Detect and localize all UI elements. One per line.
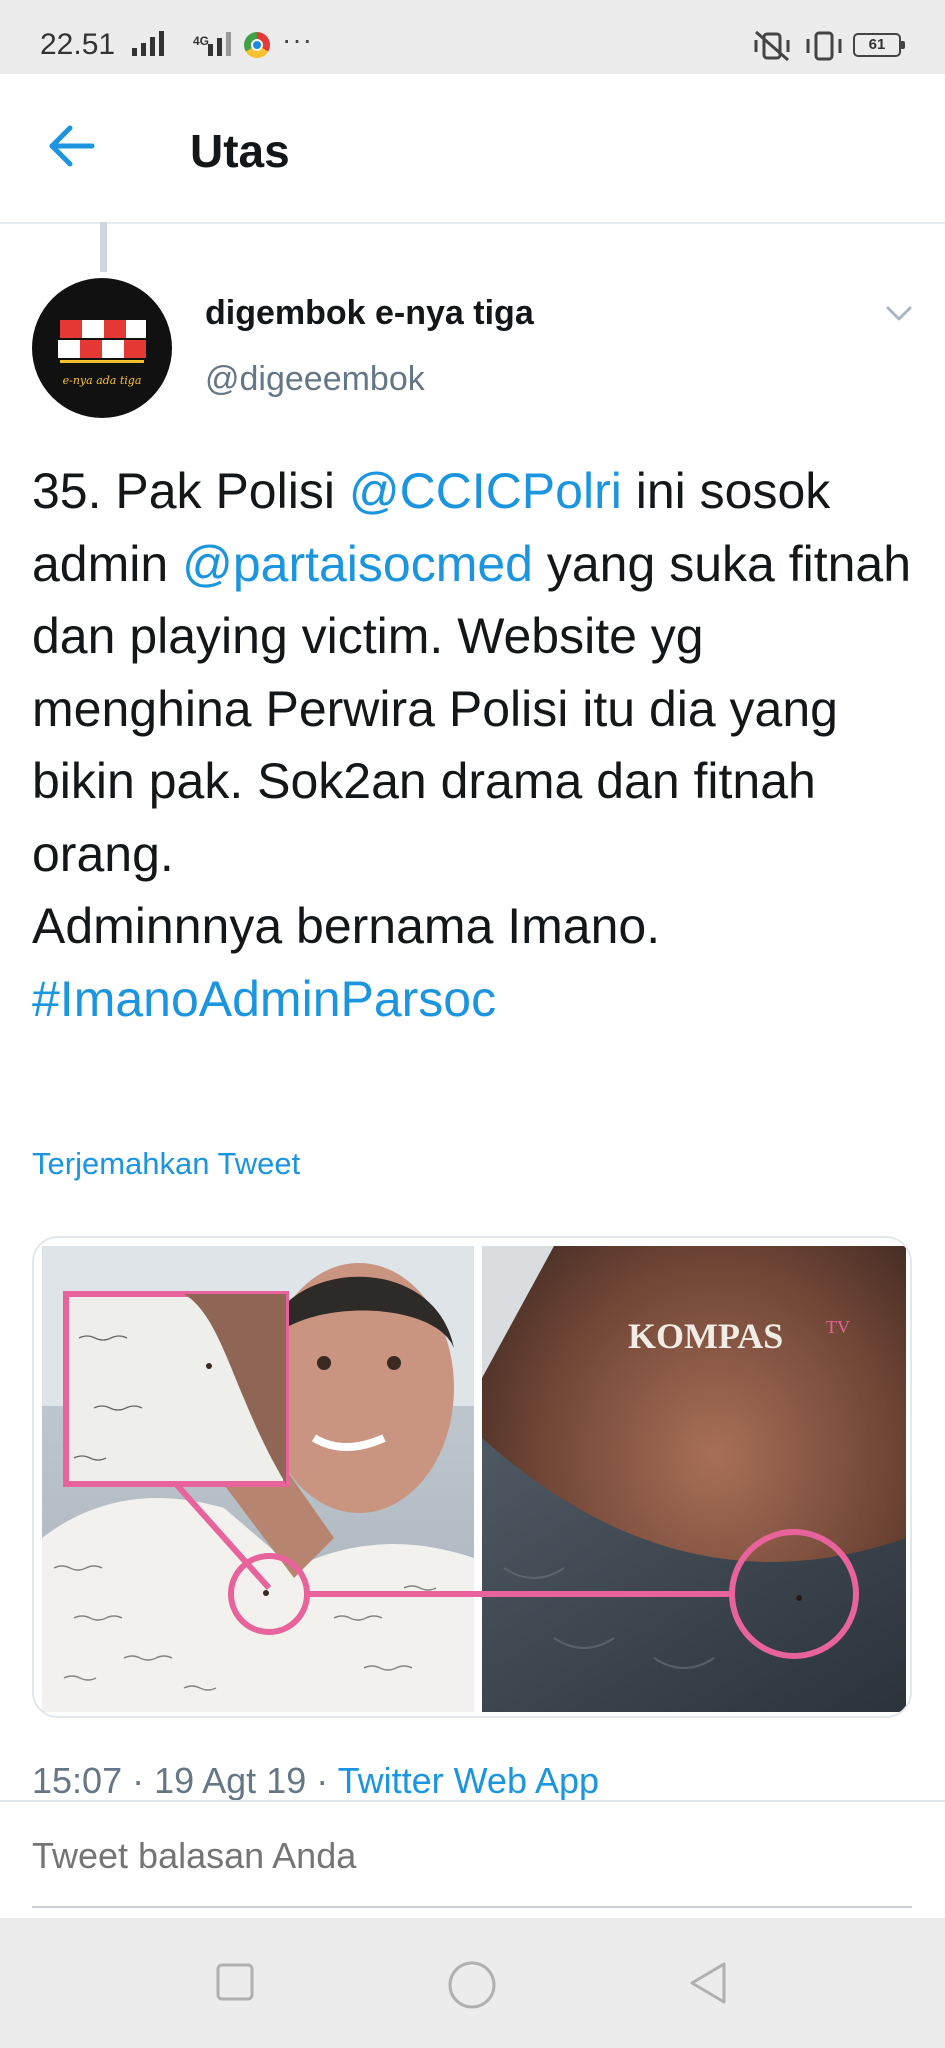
thread-connector-line xyxy=(100,222,107,272)
translate-tweet-link[interactable]: Terjemahkan Tweet xyxy=(32,1146,300,1182)
tweet-date: 19 Agt 19 xyxy=(154,1760,307,1801)
reply-underline xyxy=(32,1906,912,1908)
vibrate-icon xyxy=(806,31,842,61)
page-title: Utas xyxy=(190,125,290,177)
kompas-watermark: KOMPAS xyxy=(628,1316,783,1356)
square-icon[interactable] xyxy=(215,1962,255,2002)
mention-link[interactable]: @partaisocmed xyxy=(182,536,533,592)
tweet-meta: 15:07 · 19 Agt 19 · Twitter Web App xyxy=(32,1760,599,1802)
tweet-media[interactable]: KOMPAS TV xyxy=(32,1236,912,1718)
chrome-icon xyxy=(244,32,270,58)
author-name[interactable]: digembok e-nya tiga xyxy=(205,294,534,333)
avatar-caption: e-nya ada tiga xyxy=(62,374,142,387)
tweet-source-link[interactable]: Twitter Web App xyxy=(338,1760,599,1801)
author-handle[interactable]: @digeeembok xyxy=(205,360,425,399)
tweet-time: 15:07 xyxy=(32,1760,123,1801)
avatar-logo xyxy=(58,320,146,363)
arrow-left-icon[interactable] xyxy=(44,119,98,173)
status-time: 22.51 xyxy=(40,28,116,61)
avatar[interactable]: e-nya ada tiga xyxy=(32,278,172,418)
reply-input[interactable] xyxy=(32,1826,912,1886)
hashtag-link[interactable]: #ImanoAdminParsoc xyxy=(32,971,496,1027)
kompas-watermark-tv: TV xyxy=(826,1317,850,1337)
reply-bar xyxy=(0,1800,945,1920)
chevron-down-icon[interactable] xyxy=(885,304,913,324)
media-image: KOMPAS TV xyxy=(42,1246,906,1712)
separator: · xyxy=(122,1760,155,1801)
battery-icon: 61 xyxy=(853,33,905,57)
signal-icon-2 xyxy=(208,32,231,56)
signal-icon xyxy=(132,31,164,56)
system-nav-bar xyxy=(0,1918,945,2048)
app-header: Utas xyxy=(0,74,945,224)
circle-icon[interactable] xyxy=(447,1960,497,2010)
separator: · xyxy=(306,1760,338,1801)
tweet-text-part: 35. Pak Polisi xyxy=(32,463,349,519)
triangle-back-icon[interactable] xyxy=(686,1960,730,2006)
more-notifications-icon: ··· xyxy=(282,24,313,55)
tweet-text: 35. Pak Polisi @CCICPolri ini sosok admi… xyxy=(32,455,912,1035)
mention-link[interactable]: @CCICPolri xyxy=(349,463,622,519)
vibrate-mute-icon xyxy=(754,30,790,62)
tweet-text-part: Adminnnya bernama Imano. xyxy=(32,898,661,954)
status-bar: 22.51 4G ··· 61 xyxy=(0,0,945,74)
